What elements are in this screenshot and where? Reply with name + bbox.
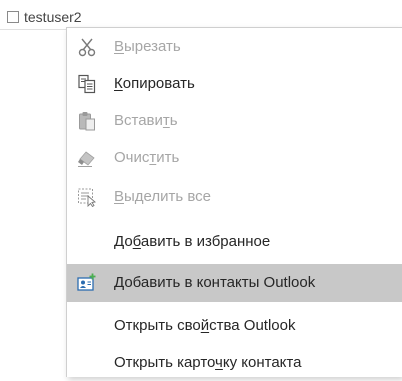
menu-item-add-to-favorites[interactable]: Добавить в избранное: [67, 224, 402, 260]
menu-item-add-to-outlook-contacts[interactable]: Добавить в контакты Outlook: [67, 264, 402, 302]
menu-item-label: Вырезать: [114, 38, 181, 55]
user-list-row[interactable]: testuser2: [0, 0, 402, 30]
menu-item-open-outlook-properties[interactable]: Открыть свойства Outlook: [67, 308, 402, 344]
menu-item-label: Открыть свойства Outlook: [114, 317, 296, 334]
user-name-label: testuser2: [24, 9, 82, 25]
copy-icon: [77, 74, 97, 94]
menu-item-clear[interactable]: Очистить: [67, 140, 402, 176]
menu-item-copy[interactable]: Копировать: [67, 66, 402, 102]
menu-item-cut[interactable]: Вырезать: [67, 29, 402, 65]
select-all-icon: [77, 187, 97, 207]
paste-icon: [77, 111, 97, 131]
menu-item-label: Открыть карточку контакта: [114, 354, 302, 371]
menu-item-label: Копировать: [114, 75, 195, 92]
menu-item-label: Добавить в избранное: [114, 233, 271, 250]
add-contact-icon: [77, 273, 97, 293]
context-menu: Вырезать Копировать Вставить Очистить Вы…: [66, 27, 402, 377]
menu-item-label: Выделить все: [114, 188, 212, 205]
menu-item-label: Вставить: [114, 112, 178, 129]
menu-item-open-contact-card[interactable]: Открыть карточку контакта: [67, 345, 402, 381]
menu-item-select-all[interactable]: Выделить все: [67, 179, 402, 215]
menu-item-paste[interactable]: Вставить: [67, 103, 402, 139]
menu-item-label: Очистить: [114, 149, 180, 166]
user-checkbox[interactable]: [7, 11, 19, 23]
scissors-icon: [77, 37, 97, 57]
menu-item-label: Добавить в контакты Outlook: [114, 274, 316, 291]
eraser-icon: [77, 148, 97, 168]
